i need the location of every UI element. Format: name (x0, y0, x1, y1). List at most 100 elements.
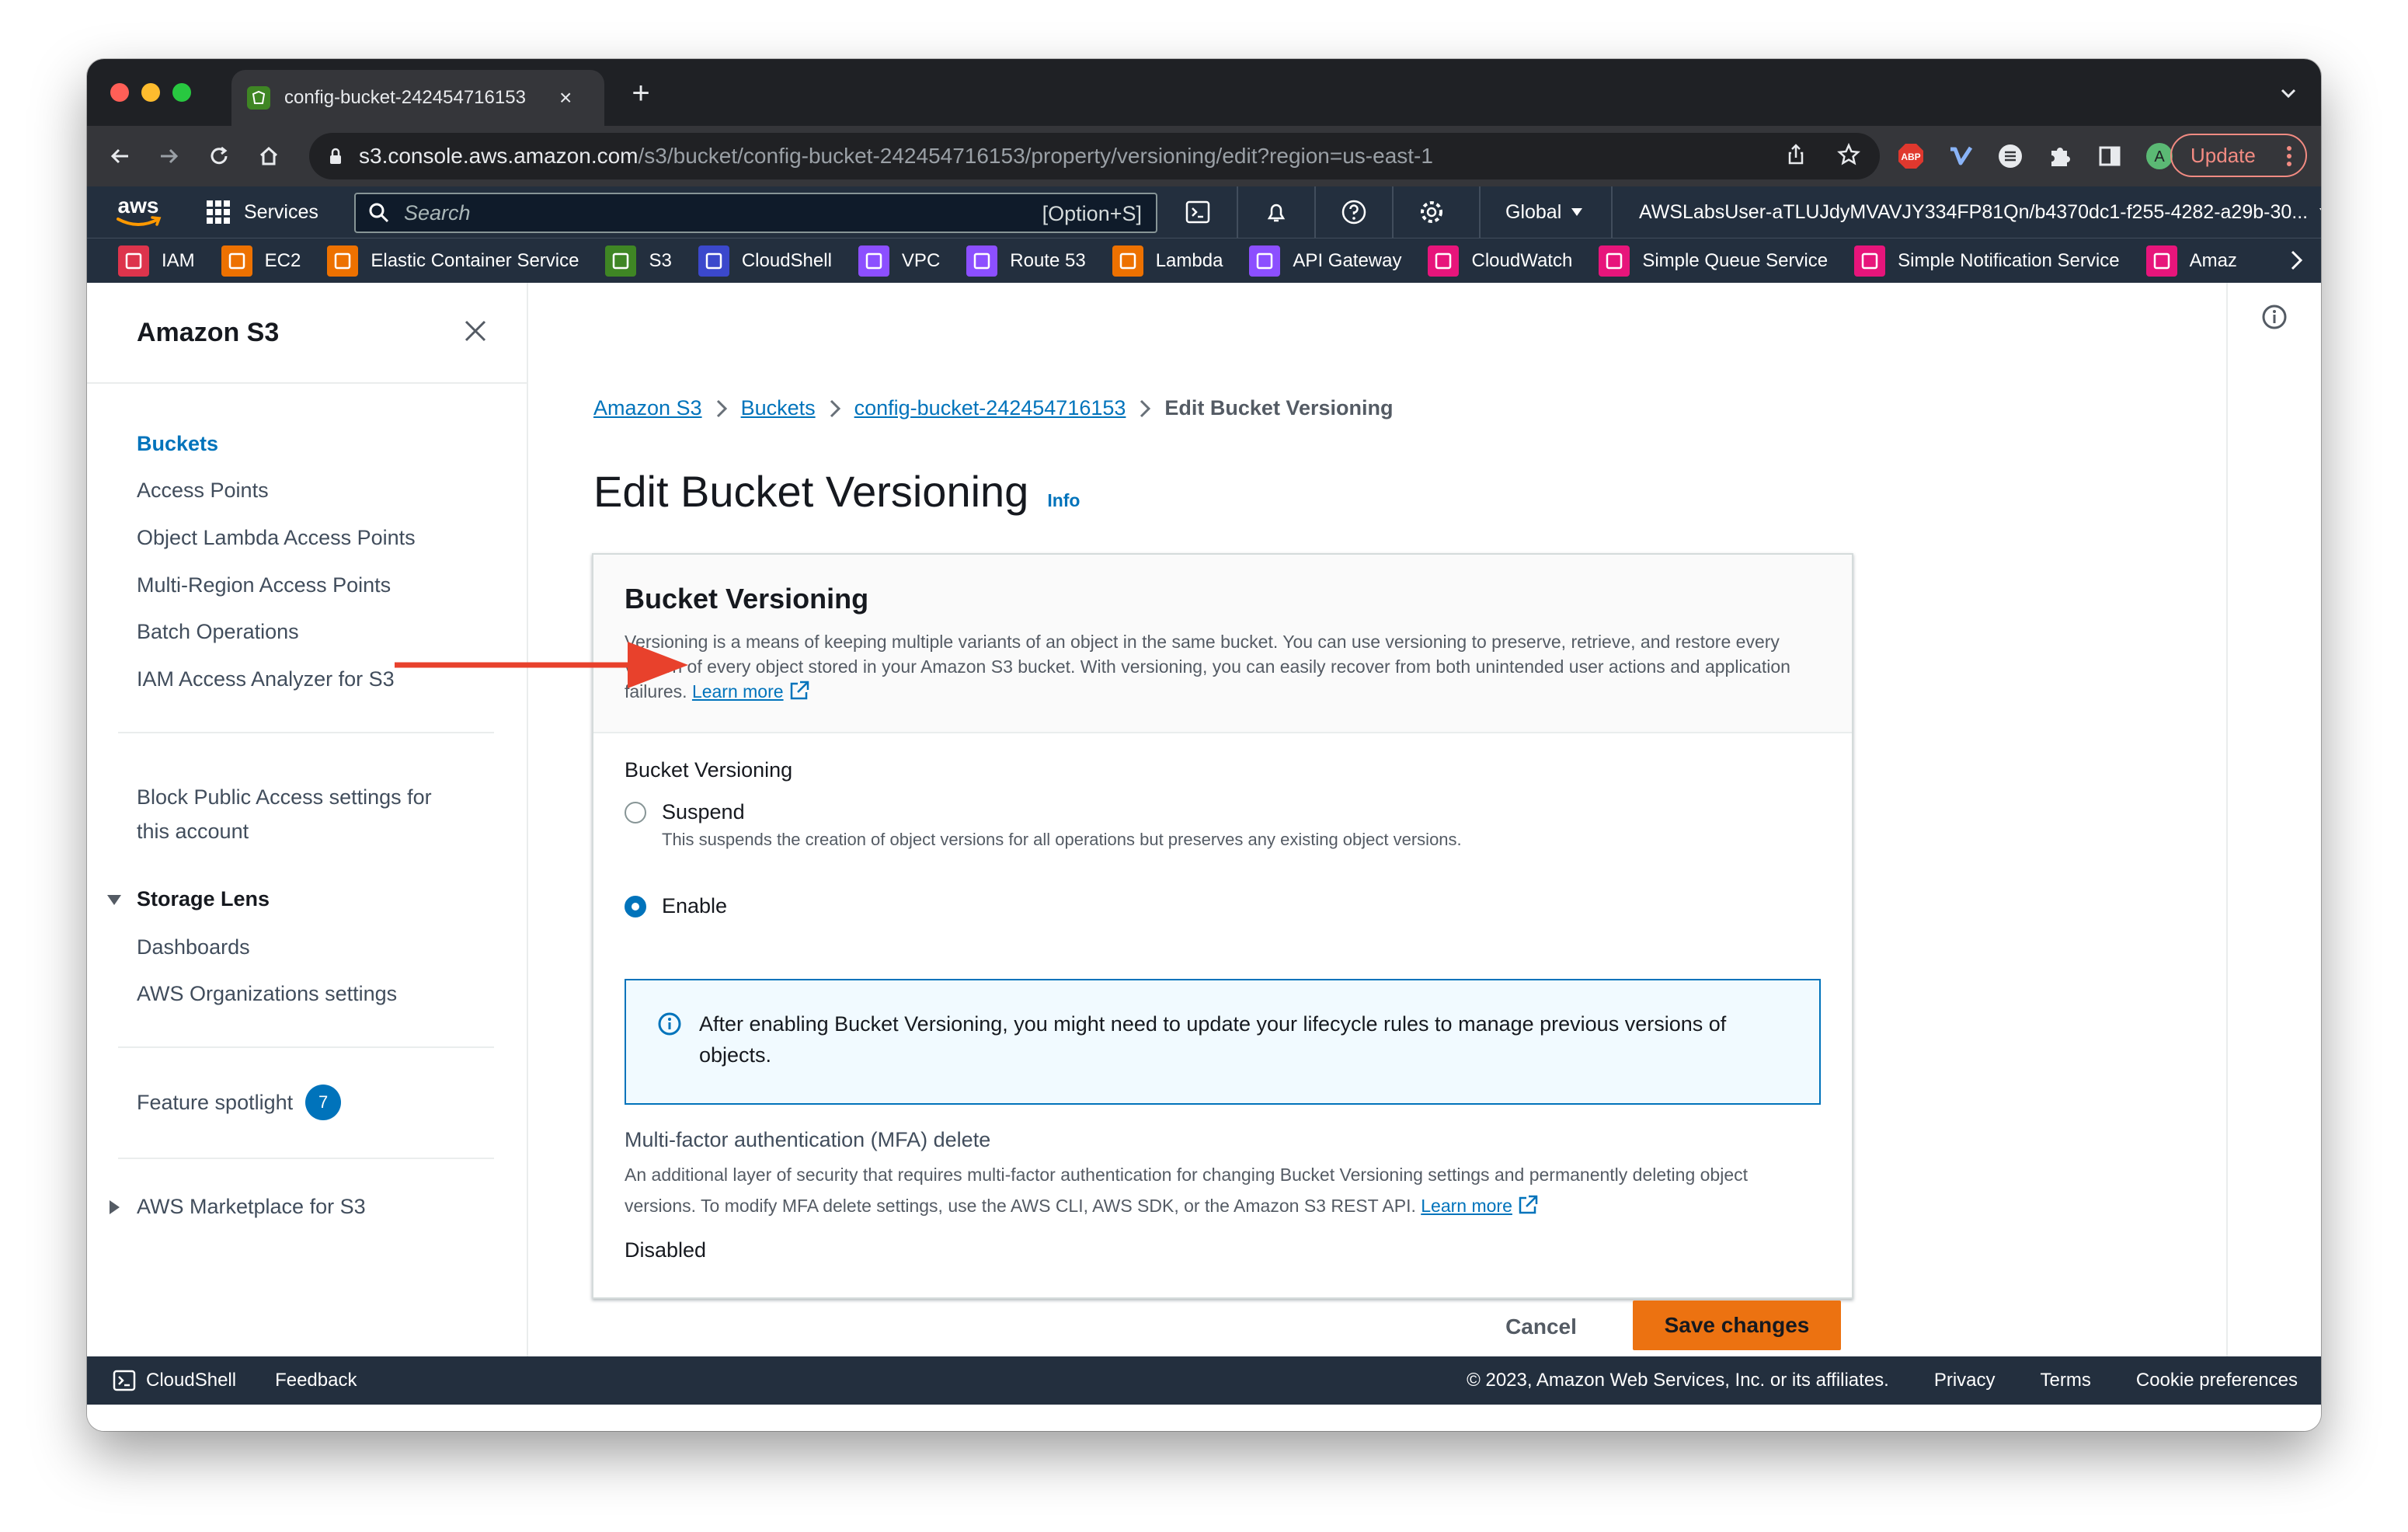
caret-down-icon (1571, 207, 1583, 217)
favorite-api-gateway[interactable]: API Gateway (1249, 245, 1401, 277)
sidebar-item-batch-operations[interactable]: Batch Operations (137, 620, 299, 644)
sidebar-item-org-settings[interactable]: AWS Organizations settings (137, 982, 397, 1006)
service-icon (605, 245, 637, 277)
list-extension-icon[interactable] (1995, 141, 2026, 172)
favorite-label: API Gateway (1293, 249, 1402, 271)
favorite-amaz[interactable]: Amaz (2145, 245, 2237, 277)
favorite-label: CloudWatch (1471, 249, 1573, 271)
chevron-right-icon[interactable] (2284, 248, 2309, 273)
save-changes-button[interactable]: Save changes (1633, 1300, 1841, 1350)
update-button[interactable]: Update (2170, 134, 2307, 177)
extensions-bar: ABP A (1895, 132, 2175, 180)
external-link-icon (788, 680, 810, 702)
breadcrumb-bucket[interactable]: config-bucket-242454716153 (854, 396, 1126, 420)
aws-logo[interactable]: aws (112, 194, 165, 230)
cloudshell-icon[interactable] (1159, 186, 1237, 238)
favorite-iam[interactable]: IAM (118, 245, 195, 277)
sidebar-item-dashboards[interactable]: Dashboards (137, 935, 250, 959)
sidebar-item-multi-region[interactable]: Multi-Region Access Points (137, 573, 391, 597)
search-input[interactable] (404, 200, 1010, 225)
sidebar-item-iam-analyzer[interactable]: IAM Access Analyzer for S3 (137, 667, 395, 691)
breadcrumb: Amazon S3 Buckets config-bucket-24245471… (593, 396, 1393, 420)
cookie-preferences-link[interactable]: Cookie preferences (2136, 1370, 2298, 1391)
service-icon (118, 245, 149, 277)
marketplace-section[interactable]: AWS Marketplace for S3 (106, 1195, 366, 1219)
notifications-bell-icon[interactable] (1237, 186, 1314, 238)
nav-icon-group (1159, 186, 1470, 238)
breadcrumb-buckets[interactable]: Buckets (741, 396, 816, 420)
favorite-elastic-container-service[interactable]: Elastic Container Service (327, 245, 579, 277)
sidebar-item-access-points[interactable]: Access Points (137, 479, 269, 503)
maximize-window-button[interactable] (172, 83, 191, 102)
triangle-down-icon (106, 891, 123, 908)
tab-title: config-bucket-242454716153 (284, 87, 526, 108)
favorite-route-53[interactable]: Route 53 (966, 245, 1086, 277)
sidebar-item-block-public-access[interactable]: Block Public Access settings for this ac… (137, 780, 463, 848)
info-panel-icon[interactable] (2260, 303, 2288, 331)
home-icon[interactable] (252, 139, 286, 173)
sidebar-item-buckets[interactable]: Buckets (137, 432, 218, 456)
privacy-link[interactable]: Privacy (1934, 1370, 1996, 1391)
settings-gear-icon[interactable] (1392, 186, 1470, 238)
suspend-radio[interactable] (625, 802, 646, 823)
side-panel-icon[interactable] (2094, 141, 2125, 172)
console-footer: CloudShell Feedback © 2023, Amazon Web S… (87, 1356, 2321, 1405)
info-link[interactable]: Info (1047, 490, 1080, 511)
favorite-vpc[interactable]: VPC (858, 245, 940, 277)
terms-link[interactable]: Terms (2041, 1370, 2091, 1391)
back-arrow-icon[interactable] (103, 139, 137, 173)
breadcrumb-amazon-s3[interactable]: Amazon S3 (593, 396, 702, 420)
region-selector[interactable]: Global (1479, 186, 1611, 238)
mfa-description-text: An additional layer of security that req… (625, 1165, 1749, 1216)
favorite-ec2[interactable]: EC2 (221, 245, 301, 277)
new-tab-button[interactable]: + (623, 76, 659, 112)
share-icon[interactable] (1783, 142, 1808, 167)
storage-lens-section[interactable]: Storage Lens (106, 887, 270, 911)
service-icon (698, 245, 729, 277)
puzzle-extensions-icon[interactable] (2044, 141, 2076, 172)
footer-feedback-link[interactable]: Feedback (275, 1370, 357, 1391)
mfa-learn-more-link[interactable]: Learn more (1421, 1196, 1512, 1216)
learn-more-link[interactable]: Learn more (692, 681, 784, 702)
service-icon (1428, 245, 1460, 277)
suspend-description: This suspends the creation of object ver… (662, 830, 1462, 849)
adblock-icon[interactable]: ABP (1895, 141, 1926, 172)
close-window-button[interactable] (110, 83, 129, 102)
favorite-lambda[interactable]: Lambda (1112, 245, 1223, 277)
browser-window: config-bucket-242454716153 × + s3.consol… (87, 59, 2321, 1431)
vimeo-icon[interactable] (1945, 141, 1976, 172)
sidebar-item-feature-spotlight[interactable]: Feature spotlight 7 (137, 1085, 342, 1120)
footer-cloudshell-button[interactable]: CloudShell (112, 1368, 236, 1393)
tab-search-chevron-icon[interactable] (2276, 81, 2301, 106)
favorite-cloudwatch[interactable]: CloudWatch (1428, 245, 1572, 277)
help-icon[interactable] (1314, 186, 1392, 238)
window-bottom (87, 1405, 2321, 1431)
bookmark-star-icon[interactable] (1836, 142, 1861, 167)
mfa-description: An additional layer of security that req… (625, 1159, 1821, 1221)
address-bar[interactable]: s3.console.aws.amazon.com/s3/bucket/conf… (309, 133, 1880, 179)
favorite-cloudshell[interactable]: CloudShell (698, 245, 832, 277)
favorite-simple-queue-service[interactable]: Simple Queue Service (1599, 245, 1828, 277)
account-menu[interactable]: AWSLabsUser-aTLUJdyMVAVJY334FP81Qn/b4370… (1611, 186, 2321, 238)
browser-toolbar: s3.console.aws.amazon.com/s3/bucket/conf… (87, 126, 2321, 186)
enable-label[interactable]: Enable (662, 894, 727, 918)
minimize-window-button[interactable] (141, 83, 160, 102)
favorite-label: S3 (649, 249, 672, 271)
forward-arrow-icon[interactable] (152, 139, 186, 173)
suspend-label[interactable]: Suspend (662, 800, 745, 824)
favorite-simple-notification-service[interactable]: Simple Notification Service (1854, 245, 2120, 277)
enable-radio[interactable] (625, 896, 646, 917)
sidebar-item-object-lambda[interactable]: Object Lambda Access Points (137, 526, 416, 550)
close-icon[interactable] (461, 317, 489, 345)
favorite-s3[interactable]: S3 (605, 245, 672, 277)
browser-tab[interactable]: config-bucket-242454716153 × (231, 70, 604, 126)
region-label: Global (1505, 200, 1562, 223)
favorite-label: VPC (901, 249, 941, 271)
search-box[interactable]: [Option+S] (354, 193, 1157, 233)
favorites-bar: IAM EC2 Elastic Container Service S3 CloudSh… (87, 238, 2321, 283)
reload-icon[interactable] (202, 139, 236, 173)
close-tab-icon[interactable]: × (559, 85, 572, 110)
grid-icon (205, 199, 231, 225)
services-menu-button[interactable]: Services (205, 199, 318, 225)
cancel-button[interactable]: Cancel (1495, 1302, 1588, 1352)
